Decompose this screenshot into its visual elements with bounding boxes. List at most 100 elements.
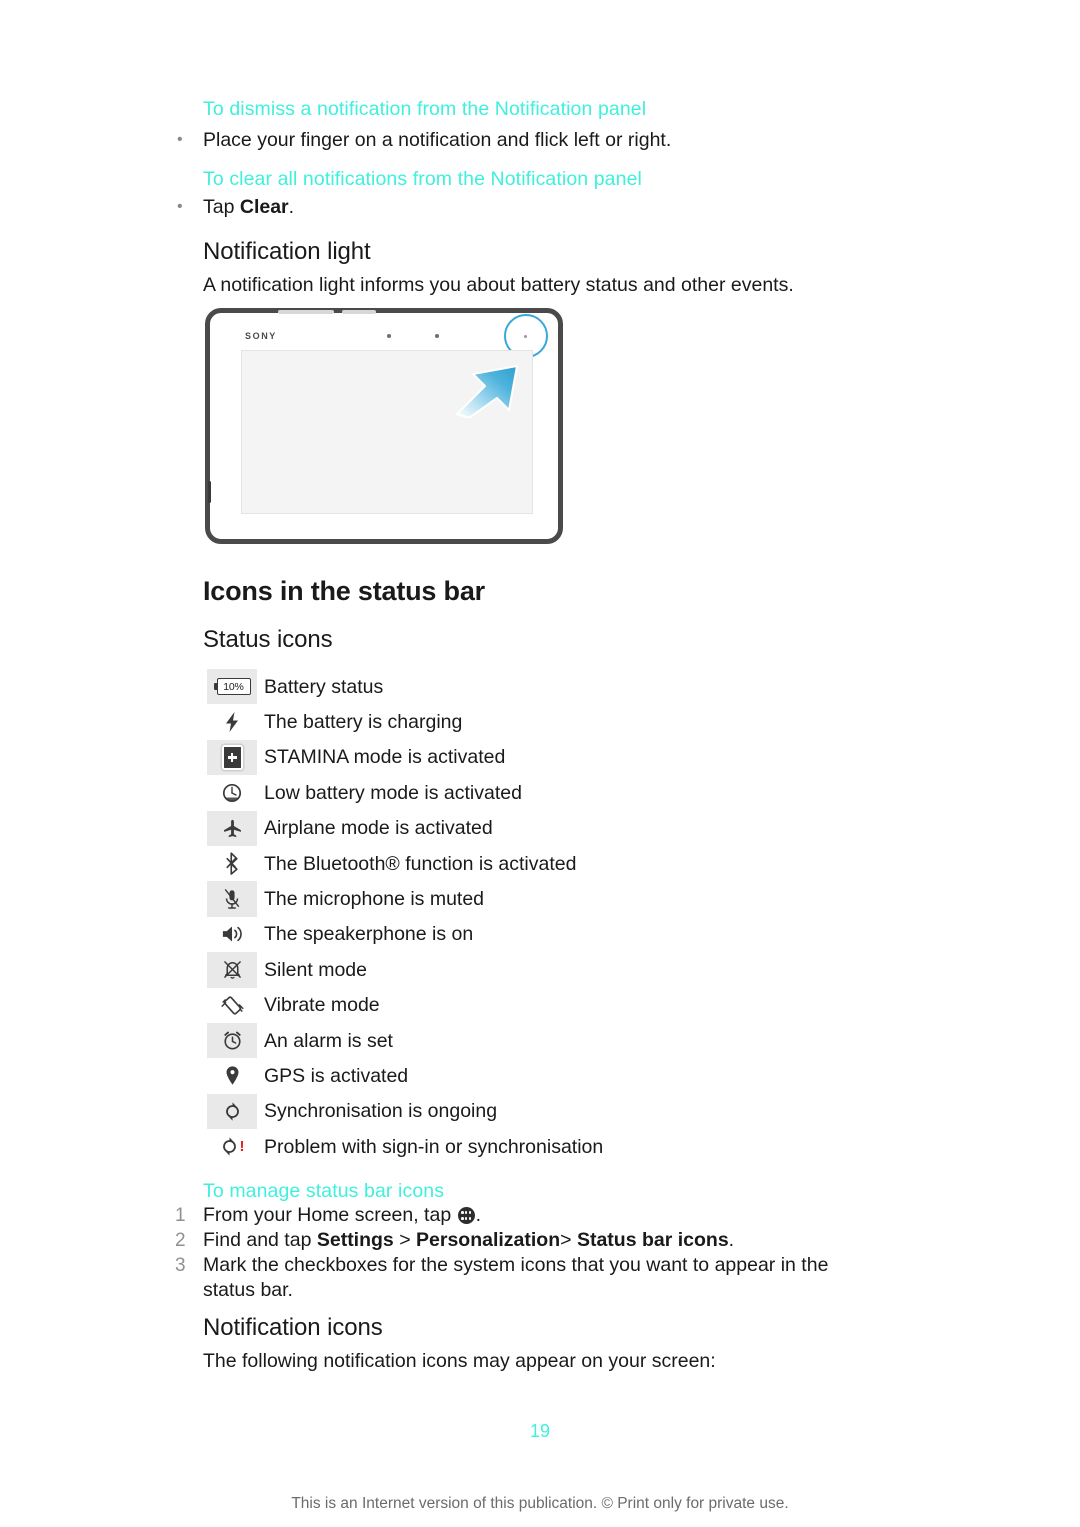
- status-bar-heading-block: Icons in the status bar: [203, 574, 843, 608]
- airplane-mode-icon: [207, 810, 257, 846]
- sync-arrows-glyph: [225, 1102, 239, 1121]
- bluetooth-glyph: [225, 852, 238, 875]
- front-camera-icon: [387, 334, 391, 338]
- table-row: STAMINA mode is activated: [207, 739, 847, 776]
- sync-problem-icon: !: [207, 1129, 257, 1164]
- silent-mode-icon: [207, 952, 257, 988]
- table-row: ! Problem with sign-in or synchronisatio…: [207, 1129, 847, 1164]
- notification-icons-body: The following notification icons may app…: [203, 1350, 716, 1372]
- bell-muted-glyph: [223, 961, 241, 980]
- status-icons-subheading-block: Status icons: [203, 624, 843, 656]
- lightning-bolt-glyph: [226, 712, 238, 733]
- bullet-text-suffix: .: [288, 196, 295, 218]
- alert-badge: !: [239, 1138, 245, 1156]
- table-cell-label: Silent mode: [264, 958, 367, 981]
- pointer-arrow-icon: [456, 365, 518, 418]
- table-row: Silent mode: [207, 952, 847, 988]
- status-icons-table: 10% Battery status The battery is chargi…: [207, 669, 847, 1164]
- bullet-item: • Tap Clear.: [177, 193, 843, 221]
- step-number: 3: [175, 1255, 186, 1276]
- vibrate-mode-icon: [207, 988, 257, 1023]
- step-text-suffix: .: [475, 1204, 482, 1226]
- step-separator: >: [393, 1229, 417, 1251]
- tablet-bezel: SONY: [217, 314, 551, 532]
- bullet-text: Place your finger on a notification and …: [203, 129, 672, 151]
- manage-status-bar-heading-block: To manage status bar icons: [203, 1178, 843, 1204]
- document-page: To dismiss a notification from the Notif…: [0, 0, 1080, 1527]
- tablet-top-slot: [342, 310, 376, 314]
- table-row: The microphone is muted: [207, 881, 847, 917]
- stamina-mode-icon: [207, 739, 257, 776]
- gps-icon: [207, 1058, 257, 1093]
- step-emphasis-status-bar-icons: Status bar icons: [576, 1229, 729, 1251]
- table-cell-label: Synchronisation is ongoing: [264, 1100, 498, 1123]
- procedure-dismiss-bullet: • Place your finger on a notification an…: [177, 126, 843, 154]
- table-row: Synchronisation is ongoing: [207, 1093, 847, 1130]
- table-cell-label: The microphone is muted: [264, 888, 485, 911]
- vibrate-glyph: [220, 996, 244, 1015]
- proximity-sensor-icon: [435, 334, 439, 338]
- battery-charging-icon: [207, 704, 257, 739]
- app-drawer-icon: [457, 1207, 475, 1224]
- tablet-side-button: [208, 481, 211, 503]
- stamina-glyph: [221, 744, 243, 770]
- step-text: From your Home screen, tap: [203, 1204, 457, 1226]
- notification-icons-heading-block: Notification icons: [203, 1312, 843, 1344]
- bullet-marker-icon: •: [177, 131, 183, 148]
- procedure-clear-bullet: • Tap Clear.: [177, 193, 843, 221]
- table-row: The battery is charging: [207, 704, 847, 739]
- notification-light-block: Notification light: [203, 236, 843, 268]
- table-row: Low battery mode is activated: [207, 775, 847, 810]
- footer-copyright-note: This is an Internet version of this publ…: [291, 1495, 789, 1512]
- sony-brand-logo: SONY: [245, 331, 277, 341]
- bullet-text-prefix: Tap: [203, 196, 240, 218]
- microphone-muted-icon: [207, 881, 257, 917]
- table-cell-label: The speakerphone is on: [264, 923, 474, 946]
- battery-outline: 10%: [213, 678, 251, 696]
- sync-ongoing-icon: [207, 1093, 257, 1130]
- table-row: Airplane mode is activated: [207, 810, 847, 846]
- low-battery-mode-icon: [207, 775, 257, 810]
- tablet-illustration: SONY: [205, 308, 567, 548]
- airplane-glyph: [223, 819, 241, 837]
- procedure-heading: To manage status bar icons: [203, 1180, 445, 1202]
- table-cell-label: Airplane mode is activated: [264, 817, 493, 840]
- table-row: The Bluetooth® function is activated: [207, 846, 847, 881]
- table-row: The speakerphone is on: [207, 917, 847, 952]
- battery-percent-text: 10%: [223, 680, 244, 693]
- sync-problem-glyph: !: [220, 1136, 245, 1157]
- alarm-icon: [207, 1022, 257, 1059]
- location-pin-glyph: [226, 1066, 238, 1086]
- table-cell-label: An alarm is set: [264, 1029, 393, 1052]
- list-item: 1 From your Home screen, tap .: [175, 1203, 863, 1228]
- table-row: 10% Battery status: [207, 669, 847, 705]
- table-cell-label: Vibrate mode: [264, 994, 380, 1017]
- tablet-top-slot: [278, 310, 334, 314]
- list-item: 3 Mark the checkboxes for the system icon…: [175, 1253, 863, 1303]
- step-emphasis-personalization: Personalization: [416, 1229, 561, 1251]
- step-number: 1: [175, 1205, 186, 1226]
- procedure-heading: To dismiss a notification from the Notif…: [203, 98, 647, 120]
- microphone-muted-glyph: [224, 889, 240, 909]
- section-title-notification-light: Notification light: [203, 238, 371, 265]
- procedure-heading: To clear all notifications from the Noti…: [203, 168, 642, 190]
- table-cell-label: Low battery mode is activated: [264, 781, 522, 804]
- bluetooth-icon: [207, 846, 257, 881]
- subsection-title-notification-icons: Notification icons: [203, 1314, 383, 1341]
- subsection-title-status-icons: Status icons: [203, 626, 333, 653]
- step-text: Find and tap: [203, 1229, 317, 1251]
- table-row: GPS is activated: [207, 1058, 847, 1093]
- bullet-item: • Place your finger on a notification an…: [177, 126, 843, 154]
- bullet-marker-icon: •: [177, 198, 183, 215]
- procedure-dismiss-notification: To dismiss a notification from the Notif…: [203, 96, 843, 122]
- step-text: Mark the checkboxes for the system icons…: [203, 1254, 829, 1301]
- step-separator: >: [560, 1229, 577, 1251]
- notification-light-body: A notification light informs you about b…: [203, 274, 794, 296]
- gauge-glyph: [222, 783, 242, 802]
- procedure-clear-notifications: To clear all notifications from the Noti…: [203, 166, 843, 192]
- manage-status-bar-steps: 1 From your Home screen, tap . 2 Find and …: [175, 1203, 863, 1303]
- page-title-status-bar: Icons in the status bar: [203, 576, 485, 606]
- notification-icons-body-block: The following notification icons may app…: [203, 1347, 843, 1375]
- speaker-glyph: [222, 926, 242, 942]
- table-cell-label: The Bluetooth® function is activated: [264, 852, 577, 875]
